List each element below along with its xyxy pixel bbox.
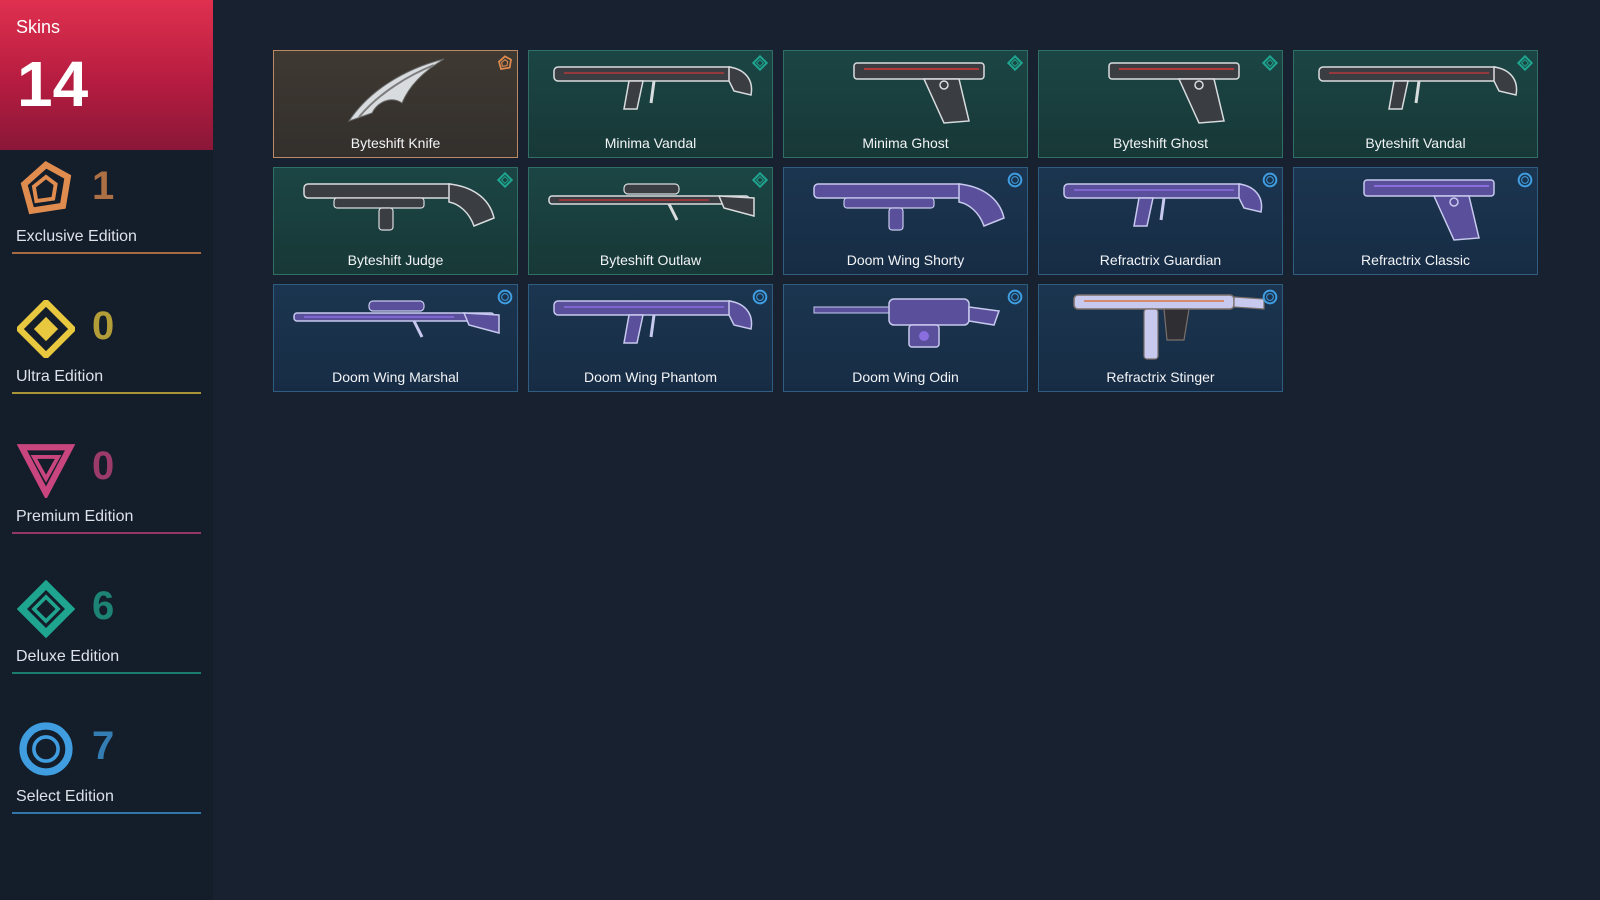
select-tier-icon: [1007, 289, 1023, 305]
exclusive-tier-icon: [17, 160, 75, 218]
knife-weapon-icon: [274, 51, 517, 137]
rifle-weapon-icon: [1039, 168, 1282, 254]
skin-name: Doom Wing Phantom: [583, 369, 718, 385]
skin-card[interactable]: Refractrix Guardian: [1038, 167, 1283, 275]
sniper-weapon-icon: [274, 285, 517, 371]
skin-card[interactable]: Byteshift Judge: [273, 167, 518, 275]
deluxe-tier-icon: [1006, 54, 1024, 72]
tier-count: 1: [92, 164, 115, 208]
select-tier-icon: [752, 289, 768, 305]
smg-weapon-icon: [1039, 285, 1282, 371]
skin-name: Refractrix Guardian: [1099, 252, 1222, 268]
tier-divider: [12, 812, 201, 814]
skin-name: Doom Wing Odin: [852, 369, 959, 385]
sniper-weapon-icon: [529, 168, 772, 254]
skin-name: Minima Vandal: [604, 135, 697, 151]
tier-label: Select Edition: [16, 788, 114, 805]
exclusive-tier-icon: [497, 55, 513, 71]
skin-name: Minima Ghost: [862, 135, 949, 151]
select-tier-icon: [1262, 289, 1278, 305]
tier-label: Premium Edition: [16, 508, 134, 525]
skin-card[interactable]: Refractrix Classic: [1293, 167, 1538, 275]
tier-summary-ultra: 0 Ultra Edition: [12, 297, 201, 412]
skin-card[interactable]: Minima Vandal: [528, 50, 773, 158]
skins-total-card: Skins 14: [0, 0, 213, 150]
deluxe-tier-icon: [16, 579, 76, 639]
deluxe-tier-icon: [751, 171, 769, 189]
tier-summary-exclusive: 1 Exclusive Edition: [12, 160, 201, 272]
tier-count: 6: [92, 584, 115, 628]
skin-name: Byteshift Knife: [350, 135, 441, 151]
skins-total-count: 14: [17, 48, 89, 120]
skin-name: Doom Wing Shorty: [846, 252, 965, 268]
rifle-weapon-icon: [529, 285, 772, 371]
deluxe-tier-icon: [751, 54, 769, 72]
skins-total-label: Skins: [16, 17, 61, 37]
tier-divider: [12, 392, 201, 394]
skin-name: Byteshift Outlaw: [599, 252, 702, 268]
tier-divider: [12, 252, 201, 254]
ultra-tier-icon: [14, 297, 78, 361]
pistol-weapon-icon: [784, 51, 1027, 137]
rifle-weapon-icon: [529, 51, 772, 137]
shotgun-weapon-icon: [274, 168, 517, 254]
pistol-weapon-icon: [1294, 168, 1537, 254]
skin-card[interactable]: Doom Wing Shorty: [783, 167, 1028, 275]
select-tier-icon: [1517, 172, 1533, 188]
skin-name: Byteshift Judge: [347, 252, 444, 268]
shotgun-weapon-icon: [784, 168, 1027, 254]
pistol-weapon-icon: [1039, 51, 1282, 137]
deluxe-tier-icon: [1261, 54, 1279, 72]
skin-name: Refractrix Stinger: [1106, 369, 1215, 385]
tier-label: Ultra Edition: [16, 368, 104, 385]
tier-divider: [12, 672, 201, 674]
heavy-weapon-icon: [784, 285, 1027, 371]
skin-card[interactable]: Refractrix Stinger: [1038, 284, 1283, 392]
rifle-weapon-icon: [1294, 51, 1537, 137]
tier-count: 7: [92, 724, 115, 768]
skin-name: Byteshift Vandal: [1365, 135, 1466, 151]
skin-name: Refractrix Classic: [1361, 252, 1470, 268]
skin-name: Doom Wing Marshal: [332, 369, 459, 385]
skin-card[interactable]: Byteshift Ghost: [1038, 50, 1283, 158]
tier-count: 0: [92, 444, 115, 488]
tier-label: Exclusive Edition: [16, 228, 137, 245]
select-tier-icon: [1007, 172, 1023, 188]
skin-grid: Byteshift Knife Minima Vandal Minima Ghost…: [273, 50, 1538, 392]
select-tier-icon: [497, 289, 513, 305]
skin-card[interactable]: Minima Ghost: [783, 50, 1028, 158]
select-tier-icon: [17, 720, 75, 778]
sidebar: Skins 14 1 Exclusive Edition 0 Ultra Editio…: [0, 0, 213, 900]
deluxe-tier-icon: [496, 171, 514, 189]
skin-card[interactable]: Doom Wing Phantom: [528, 284, 773, 392]
tier-summary-select: 7 Select Edition: [12, 720, 201, 832]
skin-card[interactable]: Byteshift Vandal: [1293, 50, 1538, 158]
deluxe-tier-icon: [1516, 54, 1534, 72]
skin-card[interactable]: Byteshift Knife: [273, 50, 518, 158]
skin-card[interactable]: Doom Wing Odin: [783, 284, 1028, 392]
tier-summary-deluxe: 6 Deluxe Edition: [12, 579, 201, 692]
skin-name: Byteshift Ghost: [1113, 135, 1208, 151]
tier-label: Deluxe Edition: [16, 648, 120, 665]
premium-tier-icon: [16, 440, 76, 500]
skin-card[interactable]: Doom Wing Marshal: [273, 284, 518, 392]
select-tier-icon: [1262, 172, 1278, 188]
tier-summary-premium: 0 Premium Edition: [12, 440, 201, 552]
tier-count: 0: [92, 304, 115, 348]
skin-card[interactable]: Byteshift Outlaw: [528, 167, 773, 275]
tier-divider: [12, 532, 201, 534]
